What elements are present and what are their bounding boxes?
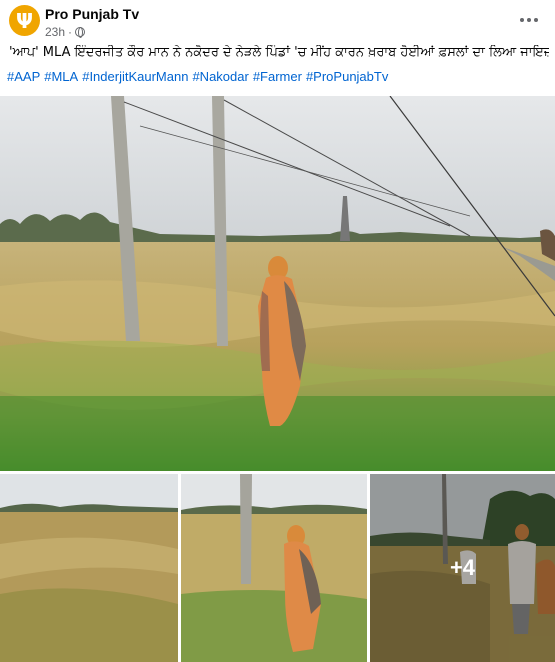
- woman-in-field-image: [181, 474, 367, 662]
- more-options-button[interactable]: [517, 10, 541, 30]
- hashtag-link[interactable]: #MLA: [44, 69, 78, 84]
- field-photo-image: [0, 96, 555, 471]
- post-timestamp[interactable]: 23h: [45, 25, 65, 39]
- post-meta: 23h ·: [45, 25, 86, 39]
- more-photos-overlay[interactable]: +4: [370, 474, 555, 662]
- page-name-link[interactable]: Pro Punjab Tv: [45, 6, 139, 22]
- more-dot: [527, 18, 531, 22]
- post-caption: 'ਆਪ' MLA ਇੰਦਰਜੀਤ ਕੌਰ ਮਾਨ ਨੇ ਨਕੋਦਰ ਦੇ ਨੇੜ…: [9, 45, 549, 60]
- hashtag-link[interactable]: #InderjitKaurMann: [82, 69, 188, 84]
- hashtag-list: #AAP #MLA #InderjitKaurMann #Nakodar #Fa…: [7, 69, 388, 84]
- more-dot: [534, 18, 538, 22]
- photo-thumbnail-2[interactable]: [181, 474, 367, 662]
- meta-separator: ·: [68, 25, 73, 39]
- photo-thumbnail-1[interactable]: [0, 474, 178, 662]
- photo-thumbnail-3[interactable]: +4: [370, 474, 555, 662]
- more-photos-count: +4: [449, 555, 476, 580]
- globe-icon: [75, 27, 86, 38]
- hashtag-link[interactable]: #ProPunjabTv: [306, 69, 388, 84]
- crop-field-image: [0, 474, 178, 662]
- more-dot: [520, 18, 524, 22]
- page-avatar[interactable]: Ψ: [9, 5, 40, 36]
- hashtag-link[interactable]: #AAP: [7, 69, 40, 84]
- avatar-logo-icon: Ψ: [16, 8, 33, 33]
- hashtag-link[interactable]: #Farmer: [253, 69, 302, 84]
- main-photo[interactable]: [0, 96, 555, 471]
- hashtag-link[interactable]: #Nakodar: [192, 69, 248, 84]
- post-header: Ψ Pro Punjab Tv 23h ·: [0, 0, 555, 40]
